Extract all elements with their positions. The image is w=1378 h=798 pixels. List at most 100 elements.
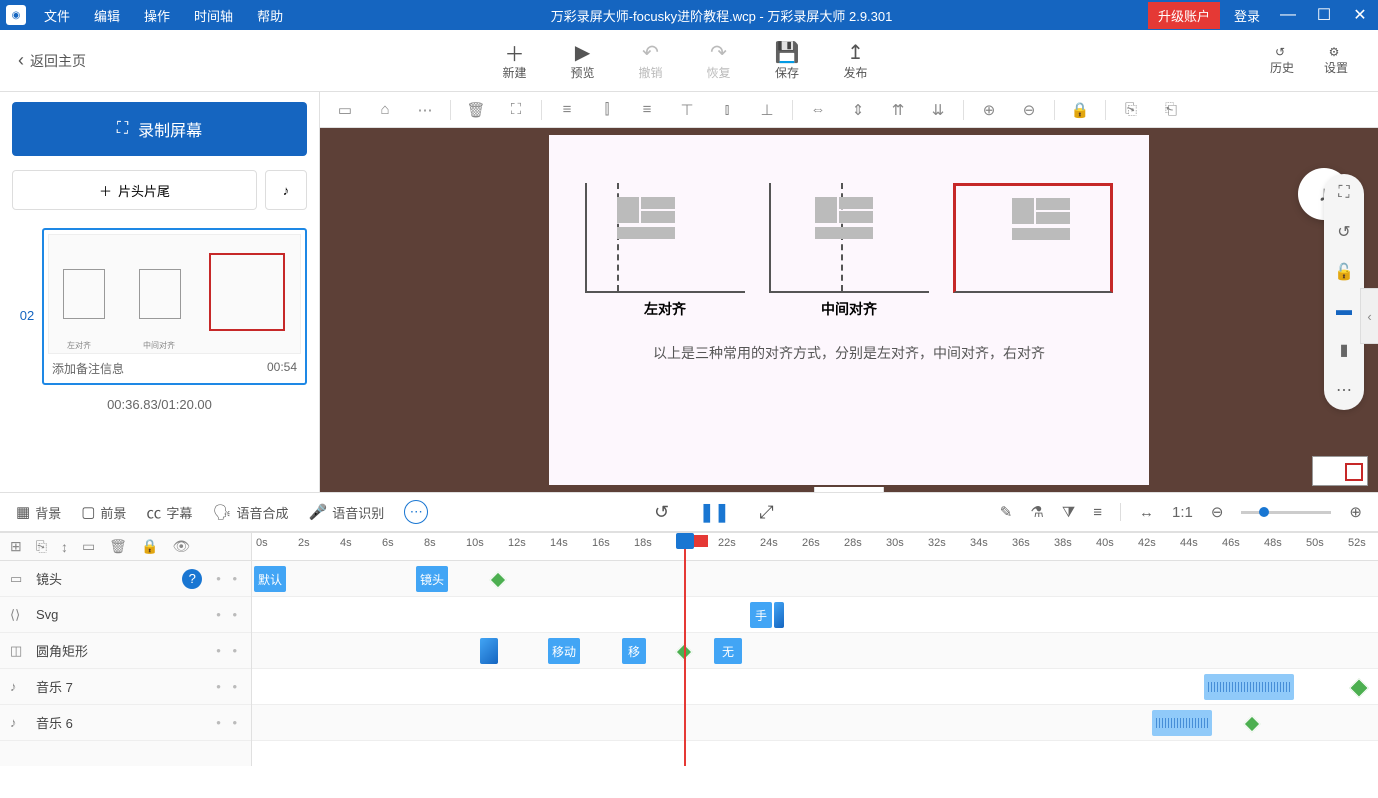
layer-down-icon[interactable]: ⇊ <box>919 96 957 124</box>
edge-tab[interactable]: ‹ <box>1360 288 1378 344</box>
lock-icon[interactable]: 🔒 <box>1061 96 1099 124</box>
lock-all-icon[interactable]: 🔒 <box>141 538 158 555</box>
thumbnail-card[interactable]: 左对齐 中间对齐 添加备注信息 00:54 <box>42 228 307 385</box>
zoom-out-icon[interactable]: ⊖ <box>1010 96 1048 124</box>
minimize-button[interactable]: — <box>1270 6 1306 24</box>
copy-icon[interactable]: ⎘ <box>1112 96 1150 124</box>
timeline-ruler[interactable]: 0s2s4s6s8s10s12s14s16s18s20s22s24s26s28s… <box>252 533 1378 561</box>
home-icon[interactable]: ⌂ <box>366 96 404 124</box>
canvas-viewport[interactable]: 左对齐 中间对齐 <box>320 128 1378 492</box>
track-row-music6[interactable] <box>252 705 1378 741</box>
track-camera[interactable]: ▭镜头?• • <box>0 561 251 597</box>
login-button[interactable]: 登录 <box>1224 6 1270 25</box>
tab-background[interactable]: ▦背景 <box>16 503 61 522</box>
layer-up-icon[interactable]: ⇈ <box>879 96 917 124</box>
save-button[interactable]: 💾保存 <box>775 40 800 81</box>
crop-icon[interactable]: ⛶ <box>497 96 535 124</box>
phone-icon[interactable]: ▮ <box>1340 340 1349 360</box>
new-button[interactable]: ＋新建 <box>502 40 526 81</box>
track-music6[interactable]: ♪音乐 6• • <box>0 705 251 741</box>
folder-icon[interactable]: ⎘ <box>36 538 47 555</box>
keyframe[interactable] <box>1244 716 1261 733</box>
collapse-icon[interactable]: ▭ <box>82 538 95 555</box>
help-icon[interactable]: ? <box>182 569 202 589</box>
sort-icon[interactable]: ↕ <box>61 539 68 555</box>
track-row-rect[interactable]: 移动 移 无 <box>252 633 1378 669</box>
pointer-icon[interactable]: ▭ <box>326 96 364 124</box>
hand-icon[interactable]: ↺ <box>1337 222 1350 242</box>
eye-icon[interactable]: 👁 <box>172 538 190 555</box>
clip-hand[interactable]: 手 <box>750 602 772 628</box>
edit-icon[interactable]: ✎ <box>1000 503 1013 521</box>
record-button[interactable]: ⛶ 录制屏幕 <box>12 102 307 156</box>
monitor-icon[interactable]: ▬ <box>1336 302 1352 320</box>
menu-help[interactable]: 帮助 <box>245 6 295 25</box>
clip-none[interactable]: 无 <box>714 638 742 664</box>
clip-audio6[interactable] <box>1152 710 1212 736</box>
more-icon[interactable]: ⋯ <box>406 96 444 124</box>
menu-action[interactable]: 操作 <box>132 6 182 25</box>
track-row-music7[interactable] <box>252 669 1378 705</box>
ratio-icon[interactable]: 1:1 <box>1172 504 1193 521</box>
clip-audio7[interactable] <box>1204 674 1294 700</box>
menu-edit[interactable]: 编辑 <box>82 6 132 25</box>
align-right-icon[interactable]: ≡ <box>628 96 666 124</box>
tab-asr[interactable]: 🎤语音识别 <box>309 503 385 522</box>
clip-move2[interactable]: 移 <box>622 638 646 664</box>
menu-timeline[interactable]: 时间轴 <box>182 6 245 25</box>
adjust-icon[interactable]: ≡ <box>1093 504 1102 521</box>
mini-preview[interactable] <box>1312 456 1368 486</box>
filter-icon[interactable]: ⧩ <box>1062 504 1075 521</box>
align-center-h-icon[interactable]: ⫿ <box>588 96 626 124</box>
upgrade-button[interactable]: 升级账户 <box>1148 2 1220 29</box>
clip-shot[interactable]: 镜头 <box>416 566 448 592</box>
zoom-in-icon[interactable]: ⊕ <box>970 96 1008 124</box>
timeline-content[interactable]: 0s2s4s6s8s10s12s14s16s18s20s22s24s26s28s… <box>252 533 1378 766</box>
clip-rect1[interactable] <box>480 638 498 664</box>
add-keyframe[interactable] <box>1349 678 1369 698</box>
back-button[interactable]: ‹ 返回主页 <box>0 50 104 71</box>
fit-icon[interactable]: ↔ <box>1139 504 1154 521</box>
align-top-icon[interactable]: ⊤ <box>668 96 706 124</box>
settings-button[interactable]: ⚙设置 <box>1320 45 1348 76</box>
keyframe[interactable] <box>490 572 507 589</box>
track-row-camera[interactable]: 默认 镜头 <box>252 561 1378 597</box>
align-middle-icon[interactable]: ⫾ <box>708 96 746 124</box>
rewind-icon[interactable]: ↺ <box>654 502 669 523</box>
track-row-svg[interactable]: 手 <box>252 597 1378 633</box>
align-bottom-icon[interactable]: ⊥ <box>748 96 786 124</box>
close-button[interactable]: ✕ <box>1342 5 1378 25</box>
paste-icon[interactable]: ⎗ <box>1152 96 1190 124</box>
dist-h-icon[interactable]: ⇔ <box>799 96 837 124</box>
undo-button[interactable]: ↶撤销 <box>639 40 663 81</box>
add-track-icon[interactable]: ⊞ <box>10 538 22 555</box>
trash-icon[interactable]: 🗑 <box>109 538 127 555</box>
playhead[interactable] <box>684 533 686 766</box>
menu-file[interactable]: 文件 <box>32 6 82 25</box>
clip-move[interactable]: 移动 <box>548 638 580 664</box>
align-left-icon[interactable]: ≡ <box>548 96 586 124</box>
redo-button[interactable]: ↷恢复 <box>707 40 731 81</box>
history-button[interactable]: ↺历史 <box>1266 45 1294 76</box>
tab-tts[interactable]: 🗣语音合成 <box>212 503 288 522</box>
track-rect[interactable]: ◫圆角矩形• • <box>0 633 251 669</box>
expand-icon[interactable]: ⤢ <box>759 502 773 523</box>
music-button[interactable]: ♪ <box>265 170 307 210</box>
zoom-slider[interactable] <box>1241 511 1331 514</box>
clip-svg-grad[interactable] <box>774 602 784 628</box>
track-svg[interactable]: ⟨⟩Svg• • <box>0 597 251 633</box>
tab-subtitle[interactable]: ㏄字幕 <box>146 502 192 523</box>
intro-outro-button[interactable]: ＋ 片头片尾 <box>12 170 257 210</box>
maximize-button[interactable]: ☐ <box>1306 5 1342 25</box>
tab-more[interactable]: ⋯ <box>404 500 428 524</box>
pause-icon[interactable]: ❚❚ <box>699 502 729 523</box>
mixer-icon[interactable]: ⚗ <box>1030 503 1043 521</box>
track-music7[interactable]: ♪音乐 7• • <box>0 669 251 705</box>
fullscreen-icon[interactable]: ⛶ <box>1338 184 1349 202</box>
zoom-out-tl-icon[interactable]: ⊖ <box>1211 503 1224 521</box>
thumbnail-note[interactable]: 添加备注信息 <box>52 360 124 377</box>
dist-v-icon[interactable]: ⇕ <box>839 96 877 124</box>
zoom-in-tl-icon[interactable]: ⊕ <box>1349 503 1362 521</box>
dots-icon[interactable]: ⋯ <box>1336 380 1352 400</box>
publish-button[interactable]: ↥发布 <box>843 40 867 81</box>
